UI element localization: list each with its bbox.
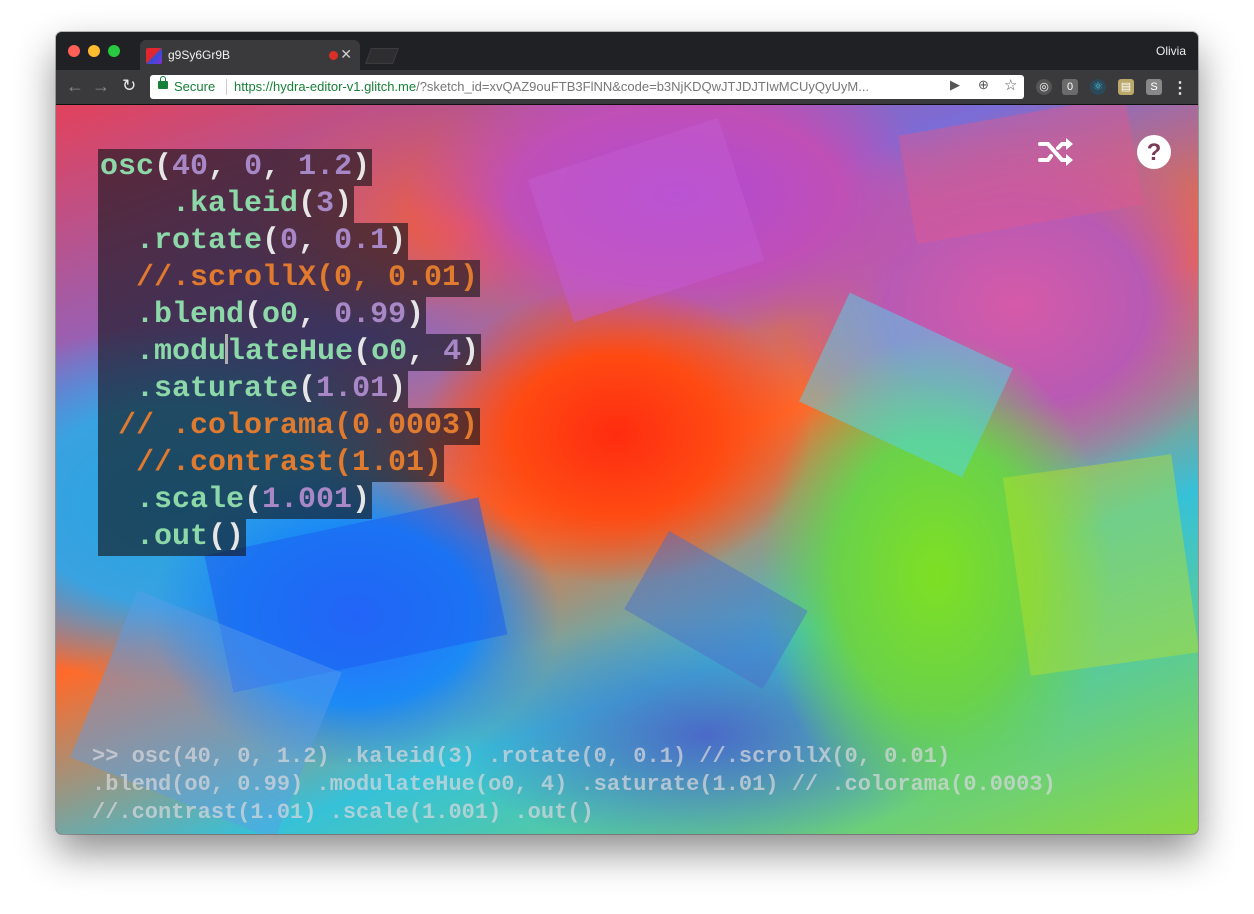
new-tab-button[interactable]: [365, 48, 399, 64]
code-token: ,: [208, 150, 245, 184]
camera-icon[interactable]: ▶: [950, 77, 960, 93]
zoom-icon[interactable]: ⊕: [978, 77, 989, 93]
recording-indicator-icon: [329, 51, 338, 60]
canvas-shard: [527, 117, 765, 323]
divider: [226, 79, 227, 95]
code-line[interactable]: .saturate(1.01): [98, 371, 409, 408]
code-token: // .colorama(0.0003): [100, 409, 479, 443]
code-line[interactable]: //.scrollX(0, 0.01): [98, 260, 481, 297]
code-token: (: [298, 372, 317, 406]
code-token: o0: [262, 298, 299, 332]
extension-react-icon[interactable]: ⚛: [1090, 79, 1106, 95]
code-line[interactable]: .modulateHue(o0, 4): [98, 334, 482, 371]
back-arrow-icon[interactable]: ←: [66, 77, 84, 95]
code-token: (: [262, 224, 281, 258]
extension-image-icon[interactable]: ▤: [1118, 79, 1134, 95]
shuffle-icon[interactable]: [1036, 132, 1076, 172]
hydra-canvas[interactable]: osc(40, 0, 1.2) .kaleid(3) .rotate(0, 0.…: [56, 105, 1198, 834]
code-token: ,: [262, 150, 299, 184]
code-token: 0.99: [334, 298, 407, 332]
code-editor[interactable]: osc(40, 0, 1.2) .kaleid(3) .rotate(0, 0.…: [98, 149, 482, 556]
reload-icon[interactable]: ↻: [122, 77, 136, 95]
code-token: (: [298, 187, 317, 221]
code-token: .out: [100, 520, 209, 554]
code-token: 40: [172, 150, 209, 184]
code-token: 0: [244, 150, 263, 184]
code-token: //.contrast(1.01): [100, 446, 443, 480]
code-line[interactable]: .blend(o0, 0.99): [98, 297, 427, 334]
code-token: .modu: [100, 335, 227, 369]
code-token: ,: [407, 335, 444, 369]
code-token: 1.01: [316, 372, 389, 406]
favicon-icon: [146, 48, 162, 64]
url-text[interactable]: https://hydra-editor-v1.glitch.me/?sketc…: [234, 79, 934, 94]
code-token: .kaleid: [100, 187, 299, 221]
tab-title: g9Sy6Gr9B: [168, 48, 231, 62]
code-token: (: [244, 483, 263, 517]
code-token: (: [353, 335, 372, 369]
code-token: (: [154, 150, 173, 184]
close-tab-icon[interactable]: ✕: [340, 46, 352, 63]
code-token: 1.2: [298, 150, 353, 184]
url-path: /?sketch_id=xvQAZ9ouFTB3FlNN&code=b3NjKD…: [416, 79, 870, 94]
code-token: ): [461, 335, 480, 369]
code-line[interactable]: .scale(1.001): [98, 482, 373, 519]
code-token: ,: [298, 224, 335, 258]
code-token: (): [208, 520, 245, 554]
code-token: .saturate: [100, 372, 299, 406]
forward-arrow-icon[interactable]: →: [92, 77, 110, 95]
code-line[interactable]: .rotate(0, 0.1): [98, 223, 409, 260]
url-scheme: https://: [234, 79, 274, 94]
svg-text:?: ?: [1147, 139, 1162, 166]
code-token: //.scrollX(0, 0.01): [100, 261, 479, 295]
extension-counter-icon[interactable]: 0: [1062, 79, 1078, 95]
browser-toolbar: ← → ↻ Secure https://hydra-editor-v1.gli…: [56, 70, 1198, 105]
extension-target-icon[interactable]: ◎: [1036, 79, 1052, 95]
code-token: .blend: [100, 298, 245, 332]
code-token: lateHue: [227, 335, 354, 369]
code-token: ): [388, 372, 407, 406]
code-token: ): [334, 187, 353, 221]
title-bar: g9Sy6Gr9B ✕ Olivia: [56, 32, 1198, 70]
console-log: >> osc(40, 0, 1.2) .kaleid(3) .rotate(0,…: [92, 744, 1069, 825]
code-token: o0: [371, 335, 408, 369]
code-token: osc: [100, 150, 155, 184]
code-token: (: [244, 298, 263, 332]
code-token: 0.1: [334, 224, 389, 258]
question-circle-icon[interactable]: ?: [1134, 132, 1174, 172]
browser-tab[interactable]: g9Sy6Gr9B ✕: [140, 40, 360, 70]
canvas-shard: [1002, 454, 1198, 676]
menu-kebab-icon[interactable]: ⋮: [1172, 78, 1188, 98]
canvas-shard: [799, 292, 1013, 478]
code-line[interactable]: //.contrast(1.01): [98, 445, 445, 482]
code-line[interactable]: osc(40, 0, 1.2): [98, 149, 373, 186]
lock-icon: [158, 76, 168, 89]
canvas-shard: [624, 531, 808, 689]
canvas-shard: [898, 105, 1144, 245]
extension-s-icon[interactable]: S: [1146, 79, 1162, 95]
browser-window: g9Sy6Gr9B ✕ Olivia ← → ↻ Secure https://…: [56, 32, 1198, 834]
security-label: Secure: [174, 79, 216, 94]
minimize-window-button[interactable]: [88, 45, 100, 57]
code-line[interactable]: .kaleid(3): [98, 186, 355, 223]
code-token: ): [406, 298, 425, 332]
code-token: 0: [280, 224, 299, 258]
code-token: ): [352, 483, 371, 517]
address-bar[interactable]: Secure https://hydra-editor-v1.glitch.me…: [150, 75, 1024, 99]
star-icon[interactable]: ☆: [1004, 76, 1017, 94]
code-token: 3: [316, 187, 335, 221]
code-token: .rotate: [100, 224, 263, 258]
code-line[interactable]: .out(): [98, 519, 247, 556]
code-token: ): [352, 150, 371, 184]
code-token: 4: [443, 335, 462, 369]
code-line[interactable]: // .colorama(0.0003): [98, 408, 481, 445]
url-host: hydra-editor-v1.glitch.me: [273, 79, 417, 94]
code-token: ): [388, 224, 407, 258]
close-window-button[interactable]: [68, 45, 80, 57]
code-token: ,: [298, 298, 335, 332]
profile-name[interactable]: Olivia: [1156, 44, 1186, 58]
maximize-window-button[interactable]: [108, 45, 120, 57]
code-token: 1.001: [262, 483, 353, 517]
code-token: .scale: [100, 483, 245, 517]
